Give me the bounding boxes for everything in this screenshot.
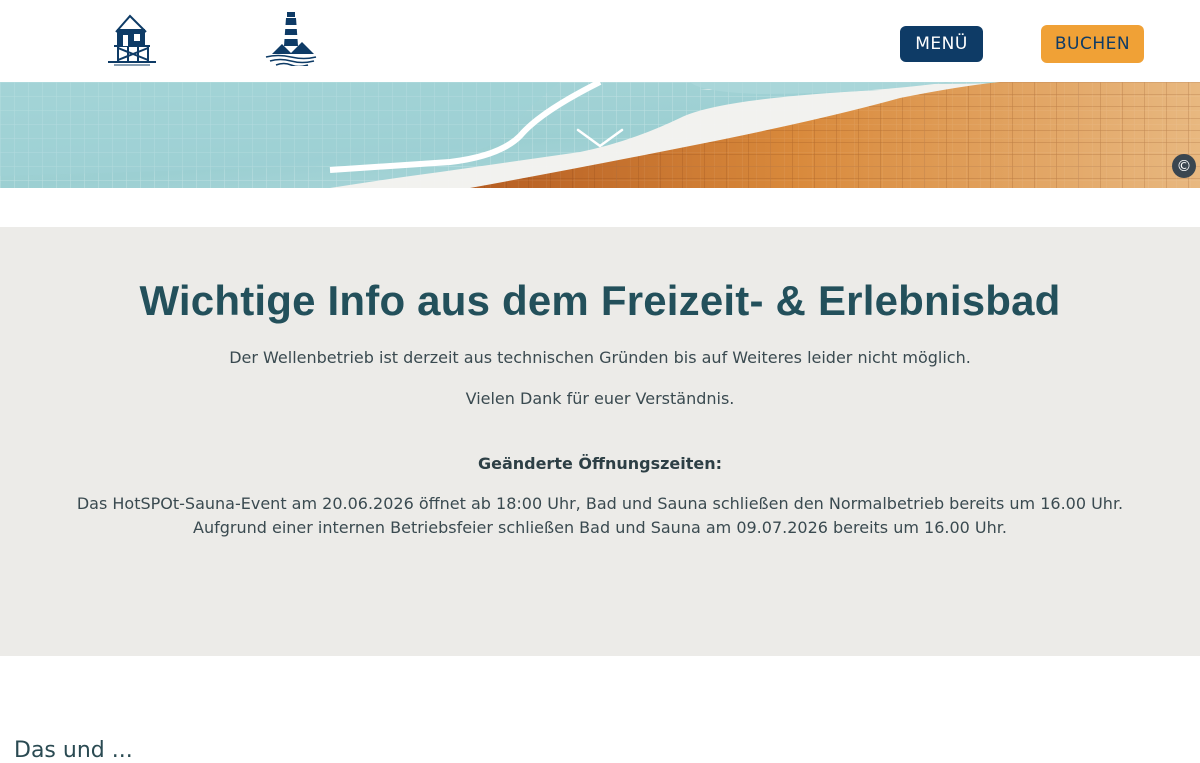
- lighthouse-logo-icon[interactable]: [264, 10, 318, 68]
- info-title: Wichtige Info aus dem Freizeit- & Erlebn…: [139, 277, 1061, 324]
- book-button[interactable]: BUCHEN: [1041, 25, 1144, 63]
- staff-party-text: Aufgrund einer internen Betriebsfeier sc…: [193, 518, 1007, 537]
- wave-notice: Der Wellenbetrieb ist derzeit aus techni…: [229, 348, 971, 367]
- thanks-text: Vielen Dank für euer Verständnis.: [465, 389, 735, 408]
- site-header: MENÜ BUCHEN: [0, 0, 1200, 82]
- opening-hours-heading: Geänderte Öffnungszeiten:: [477, 454, 723, 473]
- important-info-section: Wichtige Info aus dem Freizeit- & Erlebn…: [0, 227, 1200, 656]
- sauna-event-text: Das HotSPOt-Sauna-Event am 20.06.2026 öf…: [76, 494, 1124, 513]
- hero-image: ©: [0, 82, 1200, 188]
- chevron-down-icon: [576, 128, 624, 148]
- stilt-house-logo-icon[interactable]: [104, 10, 160, 66]
- next-section-heading: Das und ...: [14, 738, 133, 763]
- menu-button[interactable]: MENÜ: [900, 26, 983, 62]
- copyright-badge[interactable]: ©: [1172, 154, 1196, 178]
- scroll-down-arrow[interactable]: [576, 126, 624, 150]
